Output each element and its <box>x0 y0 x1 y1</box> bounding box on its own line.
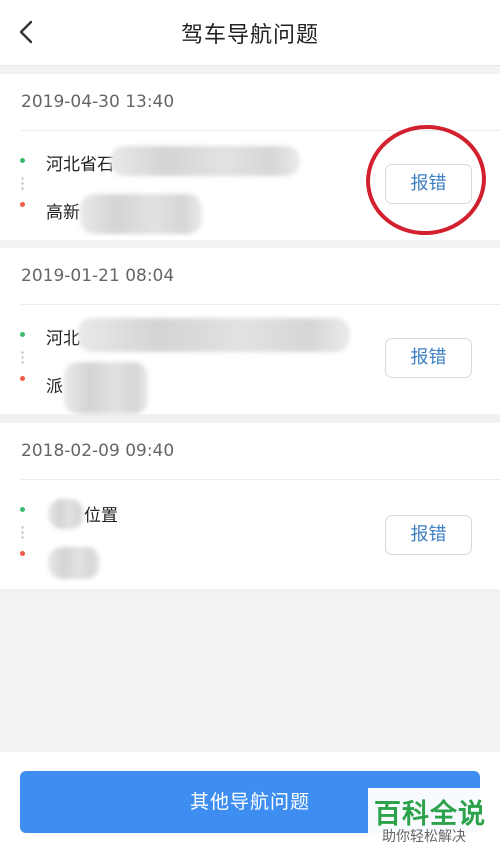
watermark-subtitle: 助你轻松解决 <box>382 829 466 845</box>
divider <box>21 304 500 305</box>
header-bar: 驾车导航问题 <box>0 0 500 66</box>
route-line-icon <box>21 525 24 539</box>
page-title: 驾车导航问题 <box>180 23 319 48</box>
record-time: 2019-04-30 13:40 <box>21 92 175 112</box>
end-dot-icon <box>20 551 25 556</box>
route-start: 位置 <box>84 506 118 526</box>
report-error-button[interactable]: 报错 <box>385 338 472 378</box>
divider <box>21 479 500 480</box>
end-dot-icon <box>20 376 25 381</box>
route-line-icon <box>21 350 24 364</box>
record-time: 2019-01-21 08:04 <box>21 266 175 286</box>
redacted-address <box>48 499 84 529</box>
redacted-address <box>64 362 148 414</box>
redacted-address <box>80 194 202 234</box>
route-start: 河北 <box>46 329 80 349</box>
redacted-address <box>48 547 100 579</box>
record-card: 2019-01-21 08:04 河北 派 报错 <box>0 248 500 414</box>
route-line-icon <box>21 176 24 190</box>
record-card: 2018-02-09 09:40 位置 报错 <box>0 423 500 589</box>
redacted-address <box>110 146 300 176</box>
route-start: 河北省石 <box>46 155 114 175</box>
route-end: 派 <box>46 377 63 397</box>
watermark-logo: 百科全说 助你轻松解决 <box>368 788 492 850</box>
report-error-button[interactable]: 报错 <box>385 515 472 555</box>
end-dot-icon <box>20 202 25 207</box>
start-dot-icon <box>20 332 25 337</box>
start-dot-icon <box>20 158 25 163</box>
route-end: 高新 <box>46 203 80 223</box>
start-dot-icon <box>20 507 25 512</box>
redacted-address <box>78 318 350 352</box>
record-time: 2018-02-09 09:40 <box>21 441 175 461</box>
